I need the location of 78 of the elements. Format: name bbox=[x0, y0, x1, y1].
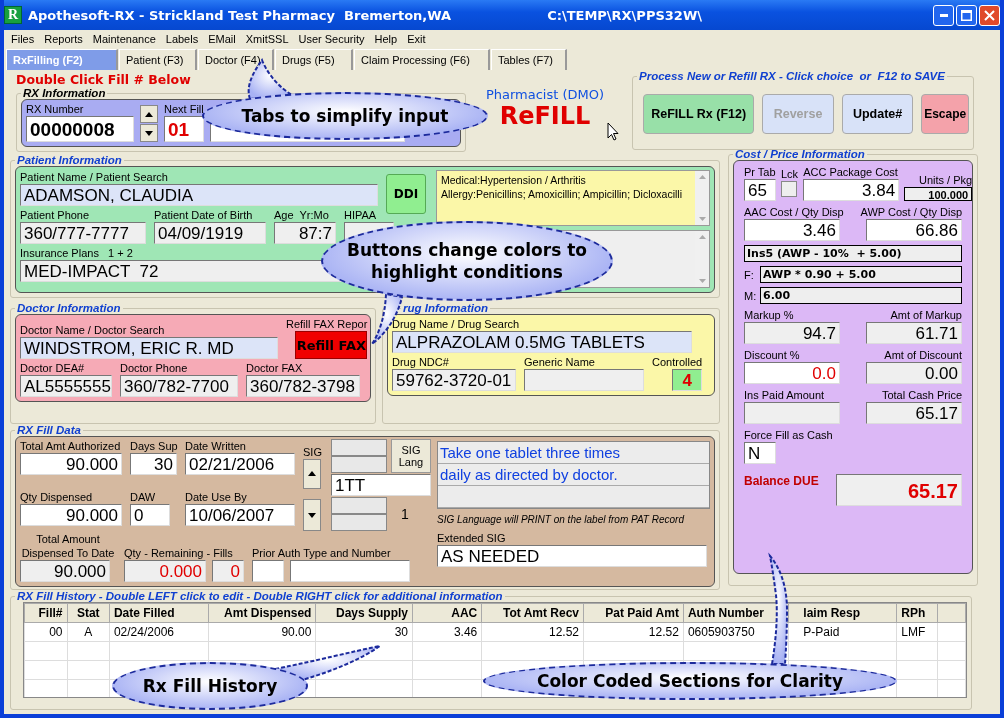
window-path: C:\TEMP\RX\PPS32W\ bbox=[547, 7, 702, 23]
table-cell: 90.00 bbox=[208, 622, 316, 642]
field-label: Patient Name / Patient Search bbox=[20, 170, 169, 184]
field-label: Patient Phone bbox=[20, 208, 91, 222]
field-label: Units / Pkg bbox=[918, 173, 973, 187]
field-label: Drug NDC# bbox=[392, 355, 450, 369]
balance-field: 65.17 bbox=[836, 474, 962, 506]
field-label: Doctor Phone bbox=[120, 361, 189, 375]
field-label: Doctor DEA# bbox=[20, 361, 86, 375]
field-label: ACC Package Cost bbox=[803, 165, 899, 179]
table-cell: 30 bbox=[315, 622, 413, 642]
field-label: AWP Cost / Qty Disp bbox=[860, 205, 962, 219]
field-label: Qty Dispensed bbox=[20, 489, 94, 504]
field-label: Extended SIG bbox=[437, 531, 507, 545]
field-label: RX Number bbox=[26, 102, 85, 116]
field-label: Age Yr:Mo bbox=[274, 208, 330, 222]
field-label: Markup % bbox=[744, 308, 795, 322]
field-label: DAW bbox=[130, 489, 157, 504]
field-label: Refill FAX Repor bbox=[286, 317, 368, 331]
group-title: RX Fill History - Double LEFT click to edit - Double RIGHT click for additional information bbox=[16, 590, 504, 602]
field-label: SIG bbox=[303, 444, 323, 459]
sig-count: 1 bbox=[401, 506, 409, 522]
field-label: Pr Tab bbox=[744, 165, 776, 179]
field-label: Discount % bbox=[744, 348, 801, 362]
window-title: Apothesoft-RX - Strickland Test Pharmacy Bremerton,WA bbox=[28, 7, 452, 23]
group-title: Cost / Price Information bbox=[734, 148, 866, 160]
pricing-plan: Ins5 (AWP - 10% + 5.00) bbox=[744, 245, 962, 262]
field-label: AAC Cost / Qty Disp bbox=[744, 205, 844, 219]
minimum-field: 6.00 bbox=[760, 287, 962, 304]
app-logo: R bbox=[4, 6, 22, 24]
sig-line: daily as directed by doctor. bbox=[438, 464, 709, 486]
field-label: Total Amt Authorized bbox=[20, 439, 122, 453]
note-line: Medical:Hypertension / Arthritis bbox=[441, 173, 587, 187]
field-label: Drug Name / Drug Search bbox=[392, 317, 521, 331]
field-label: Qty - Remaining - Fills bbox=[124, 546, 234, 560]
field-label: Days Sup bbox=[130, 439, 177, 453]
pharmacist-label: Pharmacist (DMO) bbox=[485, 87, 605, 102]
sig-note: SIG Language will PRINT on the label from PAT Record bbox=[437, 514, 686, 525]
table-cell: A bbox=[67, 622, 110, 642]
table-cell: LMF bbox=[896, 622, 938, 642]
hint-text: Double Click Fill # Below bbox=[15, 71, 192, 87]
field-label: Ins Paid Amount bbox=[744, 388, 826, 402]
field-label: Lck bbox=[781, 167, 799, 181]
field-label: Prior Auth Type and Number bbox=[252, 546, 392, 560]
group-title: RX Information bbox=[22, 87, 107, 99]
group-title: RX Fill Data bbox=[16, 424, 82, 436]
sig-line: Take one tablet three times bbox=[438, 442, 709, 464]
field-label: HIPAA bbox=[344, 208, 378, 222]
note-line: Allergy:Penicillins; Amoxicillin; Ampicillin; Dicloxacilli bbox=[441, 187, 683, 201]
field-label: Date Use By bbox=[185, 489, 248, 504]
group-title: Patient Information bbox=[16, 154, 123, 166]
group-title: Doctor Information bbox=[16, 302, 122, 314]
group-title: Process New or Refill RX - Click choice or F12 to SAVE bbox=[638, 70, 946, 82]
field-label: Total Cash Price bbox=[881, 388, 962, 402]
field-label: Amt of Discount bbox=[884, 348, 962, 362]
field-label: Controlled bbox=[652, 355, 703, 369]
field-label: Doctor Name / Doctor Search bbox=[20, 323, 166, 337]
table-cell: P-Paid bbox=[788, 622, 897, 642]
field-label: Doctor FAX bbox=[246, 361, 304, 375]
field-label: Total Amount Dispensed To Date bbox=[20, 532, 116, 560]
field-label: Generic Name bbox=[524, 355, 596, 369]
table-cell: 12.52 bbox=[583, 622, 684, 642]
field-label: Date Written bbox=[185, 439, 247, 453]
formula-field: AWP * 0.90 + 5.00 bbox=[760, 266, 962, 283]
field-label: Force Fill as Cash bbox=[744, 428, 833, 442]
field-label: Patient Date of Birth bbox=[154, 208, 254, 222]
table-cell: 12.52 bbox=[481, 622, 584, 642]
balance-label: Balance DUE bbox=[744, 474, 819, 488]
table-cell: 00 bbox=[24, 622, 67, 642]
table-cell: 02/24/2006 bbox=[109, 622, 209, 642]
field-label: Insurance Plans 1 + 2 bbox=[20, 246, 134, 260]
field-label: Amt of Markup bbox=[890, 308, 962, 322]
field-label: Next Fill bbox=[164, 102, 204, 116]
field-label: M: bbox=[744, 288, 756, 303]
table-cell: 3.46 bbox=[412, 622, 482, 642]
field-label: F: bbox=[744, 267, 755, 282]
mode-label: ReFILL bbox=[499, 102, 591, 130]
group-title: rug Information bbox=[402, 302, 489, 314]
